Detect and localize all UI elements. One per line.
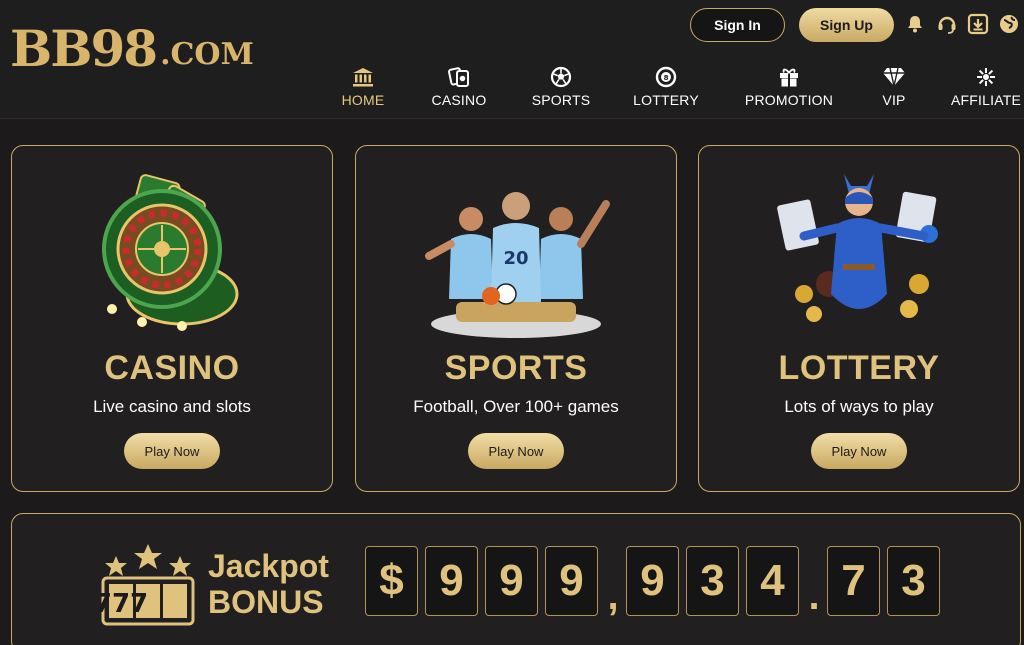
jackpot-line1: Jackpot [208,548,329,584]
card-title: SPORTS [444,349,588,387]
nav-sports[interactable]: SPORTS [530,66,592,112]
gift-icon [778,66,800,88]
bell-icon[interactable] [904,13,926,35]
counter-digit: 4 [746,546,799,616]
download-icon[interactable] [967,13,989,35]
nav-vip[interactable]: VIP [876,66,912,112]
slot-digit: 777 [100,589,148,619]
sports-card[interactable]: 20 SPORTS Football, Over 100+ games Play… [355,145,677,492]
card-title: CASINO [104,349,240,387]
card-subtitle: Football, Over 100+ games [413,397,619,416]
site-logo[interactable]: BB98 .COM [10,24,254,74]
svg-text:8: 8 [664,74,669,82]
card-subtitle: Lots of ways to play [784,397,934,416]
counter-digit: 3 [887,546,940,616]
nav-promotion[interactable]: PROMOTION [742,66,836,112]
play-now-button[interactable]: Play Now [811,433,907,469]
casino-card[interactable]: CASINO Live casino and slots Play Now [11,145,333,492]
nav-label: LOTTERY [633,92,699,108]
jackpot-line2: BONUS [208,584,324,620]
sign-in-button[interactable]: Sign In [690,8,785,42]
card-title: LOTTERY [778,349,940,387]
card-subtitle: Live casino and slots [93,397,251,416]
bank-icon [352,66,374,88]
counter-digit: 3 [686,546,739,616]
lottery-card[interactable]: LOTTERY Lots of ways to play Play Now [698,145,1020,492]
globe-icon[interactable] [998,13,1020,35]
nav-label: VIP [882,92,906,108]
nav-affiliate[interactable]: AFFILIATE [951,66,1021,112]
roulette-wheel-image [72,164,272,344]
affiliate-icon [975,66,997,88]
football-players-image: 20 [401,164,631,344]
nav-casino[interactable]: CASINO [428,66,490,112]
play-now-button[interactable]: Play Now [468,433,564,469]
counter-digit: 7 [827,546,880,616]
slot-777-icon: 777 [94,542,196,626]
nav-label: HOME [341,92,385,108]
jackpot-title: Jackpot BONUS [208,548,329,620]
diamond-icon [882,66,906,88]
jackpot-counter: $ 9 9 9 , 9 3 4 . 7 3 [365,546,947,616]
soccer-ball-icon [550,66,572,88]
logo-suffix: .COM [160,37,254,72]
nav-label: PROMOTION [744,92,834,108]
counter-separator: , [607,574,619,618]
nav-label: SPORTS [531,92,591,108]
nav-label: AFFILIATE [951,92,1021,108]
headset-icon[interactable] [936,13,958,35]
top-bar: BB98 .COM Sign In Sign Up HOME CASINO SP… [0,0,1024,119]
lottery-heroine-image [759,164,959,344]
counter-digit: $ [365,546,418,616]
logo-main: BB98 [10,19,158,78]
jackpot-banner: 777 Jackpot BONUS $ 9 9 9 , 9 3 4 . 7 3 [11,513,1021,645]
sign-up-button[interactable]: Sign Up [799,8,894,42]
counter-separator: . [808,574,820,618]
cards-icon [448,66,470,88]
nav-home[interactable]: HOME [336,66,390,112]
play-now-button[interactable]: Play Now [124,433,220,469]
svg-text:20: 20 [503,248,528,269]
counter-digit: 9 [545,546,598,616]
counter-digit: 9 [626,546,679,616]
lottery-ball-icon: 8 [655,66,677,88]
counter-digit: 9 [425,546,478,616]
nav-label: CASINO [431,92,487,108]
counter-digit: 9 [485,546,538,616]
nav-lottery[interactable]: 8 LOTTERY [633,66,699,112]
